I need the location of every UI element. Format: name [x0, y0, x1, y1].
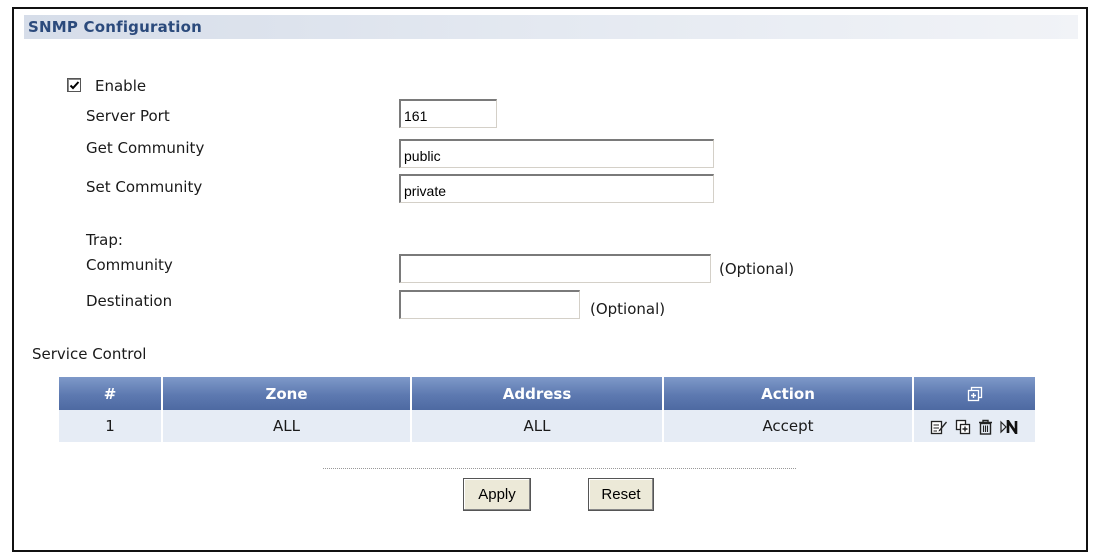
- trap-destination-optional: (Optional): [590, 300, 666, 318]
- trap-destination-label: Destination: [86, 292, 173, 310]
- set-community-label: Set Community: [86, 178, 203, 196]
- service-control-label: Service Control: [32, 345, 147, 363]
- trap-community-input[interactable]: [399, 254, 711, 283]
- divider: [323, 468, 796, 469]
- server-port-input[interactable]: [399, 99, 497, 128]
- reset-button[interactable]: Reset: [588, 478, 654, 511]
- snmp-config-panel: SNMP Configuration Enable Server Port Ge…: [12, 7, 1088, 552]
- delete-icon[interactable]: [978, 419, 993, 435]
- row-number: 1: [59, 410, 162, 442]
- row-zone: ALL: [161, 410, 411, 442]
- section-title: SNMP Configuration: [28, 18, 202, 36]
- col-add: [912, 377, 1035, 410]
- checkmark-icon: [69, 81, 80, 90]
- set-community-input[interactable]: [399, 174, 714, 203]
- row-actions: [912, 410, 1035, 442]
- enable-label: Enable: [95, 77, 147, 95]
- trap-destination-input[interactable]: [399, 290, 580, 319]
- trap-heading: Trap:: [86, 231, 123, 249]
- row-action: Accept: [662, 410, 913, 442]
- enable-checkbox[interactable]: [67, 78, 81, 92]
- edit-icon[interactable]: [930, 419, 948, 435]
- row-address: ALL: [410, 410, 663, 442]
- get-community-label: Get Community: [86, 139, 205, 157]
- col-action: Action: [662, 377, 913, 410]
- insert-icon[interactable]: [955, 419, 971, 435]
- col-address: Address: [410, 377, 663, 410]
- table-header-row: # Zone Address Action: [59, 377, 1035, 410]
- service-control-table: # Zone Address Action 1 ALL ALL Accept: [59, 377, 1035, 442]
- col-zone: Zone: [161, 377, 411, 410]
- server-port-label: Server Port: [86, 107, 170, 125]
- col-number: #: [59, 377, 162, 410]
- trap-community-label: Community: [86, 256, 173, 274]
- trap-community-optional: (Optional): [719, 260, 795, 278]
- get-community-input[interactable]: [399, 139, 714, 168]
- move-icon[interactable]: [999, 416, 1020, 437]
- add-icon[interactable]: [967, 386, 983, 402]
- apply-button[interactable]: Apply: [463, 478, 531, 511]
- section-title-bar: SNMP Configuration: [24, 15, 1078, 39]
- table-row: 1 ALL ALL Accept: [59, 410, 1035, 442]
